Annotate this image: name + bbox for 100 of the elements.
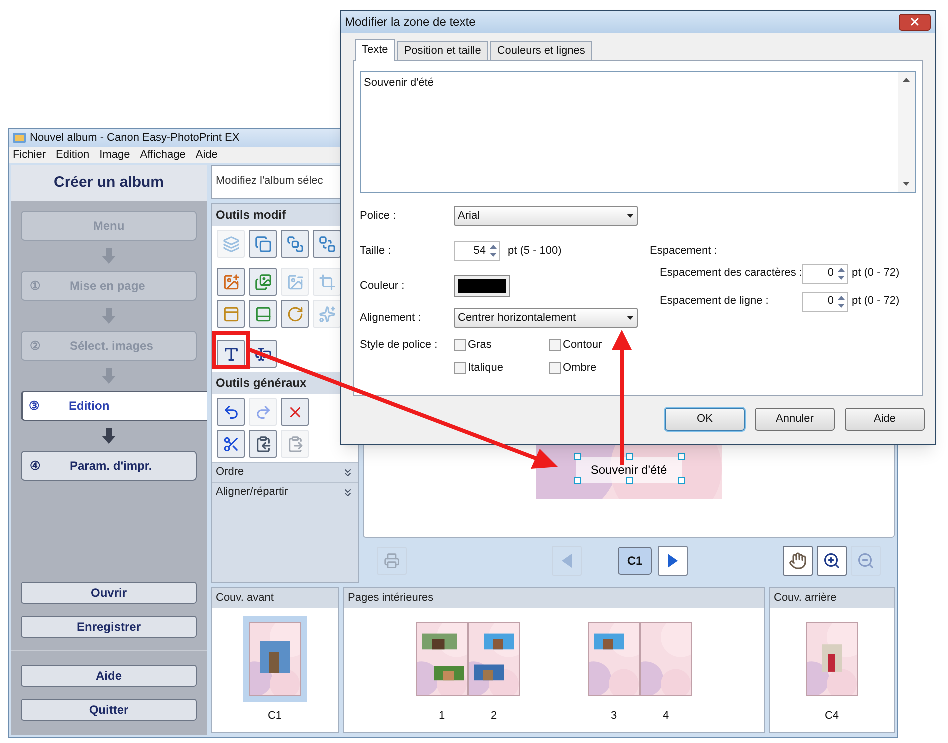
page-label: 3	[610, 709, 618, 724]
spacing-spinbox[interactable]: 0	[802, 292, 848, 312]
file-button[interactable]: Ouvrir	[21, 582, 197, 604]
step-label: Param. d'impr.	[70, 458, 154, 475]
select-value: Centrer horizontalement	[458, 310, 578, 326]
dialog-tab[interactable]: Texte	[355, 39, 396, 61]
caret-icon	[627, 316, 634, 320]
app-button[interactable]: Aide	[21, 665, 197, 687]
menu-item[interactable]: Image	[100, 146, 130, 164]
resize-handle[interactable]	[574, 477, 581, 484]
select-value: Arial	[458, 208, 482, 224]
alignment-select[interactable]: Centrer horizontalement	[454, 308, 638, 328]
step-button[interactable]: ③ Edition	[21, 391, 207, 421]
step-button[interactable]: ④ Param. d'impr.	[21, 451, 197, 481]
field-label: Police :	[360, 208, 398, 224]
zoom-in-icon	[823, 552, 841, 570]
color-swatch[interactable]	[454, 275, 510, 297]
expand-icon	[342, 486, 354, 498]
field-label: Alignement :	[360, 310, 422, 326]
menu-item[interactable]: Aide	[196, 146, 218, 164]
down-arrow-icon	[102, 368, 116, 384]
sparkle-icon	[318, 306, 336, 322]
menu-item[interactable]: Affichage	[140, 146, 186, 164]
right-triangle-icon	[668, 554, 678, 568]
range-hint: pt (0 - 72)	[852, 294, 900, 310]
dialog-button[interactable]: Annuler	[755, 408, 835, 431]
section-header[interactable]: Aligner/répartir	[212, 482, 358, 502]
caret-icon	[627, 214, 634, 218]
page-button[interactable]: C1	[618, 546, 652, 574]
down-arrow-icon	[102, 428, 116, 444]
page-label: C1	[266, 709, 284, 724]
image-add-icon	[222, 274, 240, 290]
menu-item[interactable]: Edition	[56, 146, 90, 164]
field-label: Taille :	[360, 244, 392, 259]
rotate-icon	[286, 306, 304, 322]
dialog-tab[interactable]: Position et taille	[397, 41, 488, 60]
close-button[interactable]	[899, 14, 931, 30]
copy-icon	[254, 236, 272, 252]
style-checkbox[interactable]: Ombre	[549, 360, 644, 376]
style-checkbox[interactable]: Contour	[549, 337, 644, 354]
zoom-out-icon	[857, 552, 875, 570]
checkbox[interactable]	[549, 339, 561, 352]
style-checkbox[interactable]: Gras	[454, 337, 549, 354]
view-tool-button[interactable]	[817, 546, 847, 576]
page-label: 2	[490, 709, 498, 724]
text-area[interactable]: Souvenir d'été	[360, 71, 916, 193]
resize-handle[interactable]	[574, 453, 581, 460]
step-number: ②	[30, 338, 42, 355]
spin-value: 54	[472, 244, 487, 259]
next-page-button[interactable]	[658, 546, 688, 576]
printer-icon	[384, 552, 400, 568]
field-label: Style de police :	[360, 338, 439, 353]
view-tool-button[interactable]	[783, 546, 813, 576]
dialog-button[interactable]: OK	[665, 408, 745, 431]
font-select[interactable]: Arial	[454, 206, 638, 226]
window-title: Nouvel album - Canon Easy-PhotoPrint EX	[30, 130, 240, 146]
close-icon	[909, 16, 921, 28]
checkbox[interactable]	[454, 339, 466, 352]
images-icon	[254, 274, 272, 290]
frame-bottom-icon	[254, 306, 272, 322]
resize-handle[interactable]	[678, 453, 685, 460]
tool-group-title: Outils modif	[216, 207, 286, 224]
undo-icon	[222, 404, 240, 420]
file-button[interactable]: Enregistrer	[21, 616, 197, 638]
resize-handle[interactable]	[626, 453, 633, 460]
redo-icon	[254, 404, 272, 420]
tool-button[interactable]	[217, 430, 245, 458]
dialog-button[interactable]: Aide	[845, 408, 925, 431]
highlight-frame	[212, 331, 250, 369]
menu-item[interactable]: Fichier	[13, 146, 46, 164]
crop-icon	[318, 274, 336, 290]
resize-handle[interactable]	[626, 477, 633, 484]
tool-button[interactable]	[281, 398, 309, 426]
tool-button[interactable]	[217, 398, 245, 426]
app-button[interactable]: Quitter	[21, 699, 197, 721]
send-back-icon	[318, 236, 336, 252]
down-arrow-icon	[102, 308, 116, 324]
paste-icon	[286, 436, 304, 452]
page-thumbnail[interactable]	[243, 616, 307, 702]
step-number: ④	[30, 458, 42, 475]
field-label: Espacement des caractères :	[660, 266, 802, 282]
section-header[interactable]: Ordre	[212, 462, 358, 482]
dialog-title: Modifier la zone de texte	[345, 14, 476, 31]
range-hint: pt (0 - 72)	[852, 266, 900, 282]
style-checkbox[interactable]: Italique	[454, 360, 549, 376]
sidebar-title: Créer un album	[54, 172, 164, 193]
layers-icon	[222, 236, 240, 252]
size-spinbox[interactable]: 54	[454, 241, 500, 261]
checkbox[interactable]	[549, 362, 561, 374]
step-number: ③	[29, 398, 41, 415]
dialog-tab[interactable]: Couleurs et lignes	[490, 41, 592, 60]
section-title: Pages intérieures	[348, 590, 434, 606]
tool-button[interactable]	[249, 430, 277, 458]
spacing-spinbox[interactable]: 0	[802, 264, 848, 284]
field-label: Espacement de ligne :	[660, 294, 770, 310]
resize-handle[interactable]	[678, 477, 685, 484]
tool-button[interactable]	[313, 230, 341, 258]
checkbox[interactable]	[454, 362, 466, 374]
scrollbar[interactable]	[898, 72, 915, 192]
section-title: Couv. avant	[216, 590, 274, 606]
